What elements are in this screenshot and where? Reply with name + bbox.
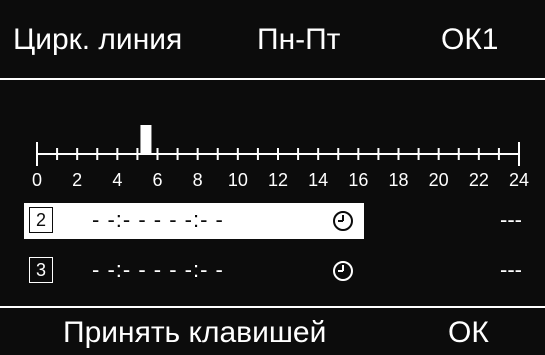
tick-label: 10 — [228, 170, 248, 190]
tick-label: 20 — [429, 170, 449, 190]
tick-label: 18 — [388, 170, 408, 190]
timeline-axis: 0 2 4 6 8 10 12 14 16 18 20 22 24 — [32, 125, 529, 190]
timeline: 0 2 4 6 8 10 12 14 16 18 20 22 24 — [0, 110, 545, 190]
slot-number: 3 — [29, 257, 53, 283]
tick-label: 14 — [308, 170, 328, 190]
tick-label: 24 — [509, 170, 529, 190]
tick-label: 16 — [348, 170, 368, 190]
tick-label: 2 — [72, 170, 82, 190]
footer-bar: Принять клавишей ОК — [0, 306, 545, 355]
ok-key-label[interactable]: ОК — [448, 316, 489, 350]
tick-label: 4 — [112, 170, 122, 190]
slot-indicator[interactable]: ОК1 — [441, 22, 499, 58]
time-slot-row-3[interactable]: 3 - -:- - - - -:- - --- — [24, 253, 539, 289]
footer-prompt: Принять клавишей — [63, 316, 327, 349]
slot-times: - -:- - - - -:- - — [92, 207, 224, 232]
tick-label: 12 — [268, 170, 288, 190]
tick-label: 0 — [32, 170, 42, 190]
header-bar: Цирк. линия Пн-Пт ОК1 — [0, 0, 545, 80]
clock-icon — [332, 210, 354, 232]
slot-number: 2 — [29, 207, 53, 233]
time-slot-row-2[interactable]: 2 - -:- - - - -:- - — [24, 203, 364, 239]
slot-value: --- — [500, 207, 522, 232]
days-selector[interactable]: Пн-Пт — [257, 22, 340, 58]
tick-label: 8 — [193, 170, 203, 190]
active-period-marker — [140, 125, 152, 153]
slot-value: --- — [500, 257, 522, 282]
page-title: Цирк. линия — [13, 23, 183, 56]
clock-icon — [332, 260, 354, 282]
tick-label: 22 — [469, 170, 489, 190]
tick-label: 6 — [152, 170, 162, 190]
slot-times: - -:- - - - -:- - — [92, 257, 224, 282]
